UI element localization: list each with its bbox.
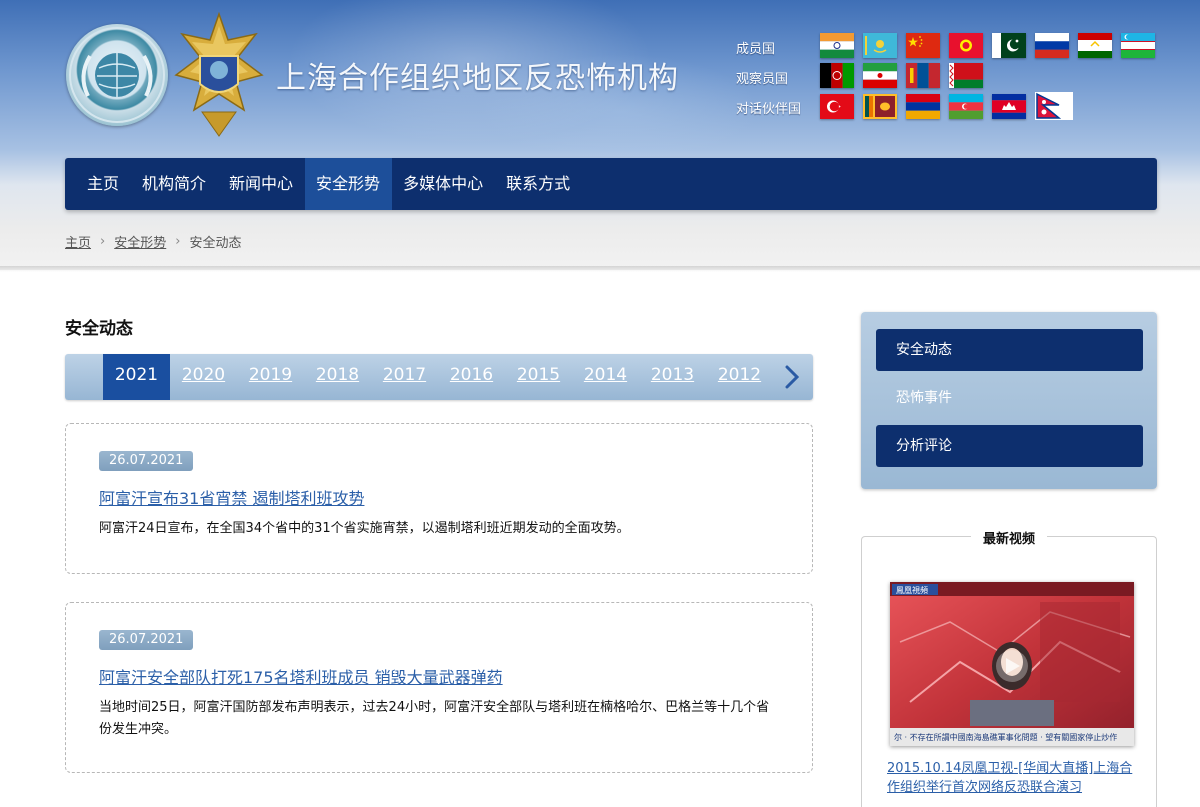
azerbaijan-flag[interactable] [949, 94, 983, 119]
sri-lanka-flag[interactable] [863, 94, 897, 119]
sidebar-item-analysis[interactable]: 分析评论 [876, 425, 1143, 467]
india-flag[interactable] [820, 33, 854, 58]
member-states-label: 成员国 [736, 42, 776, 57]
main-navigation: 主页 机构简介 新闻中心 安全形势 多媒体中心 联系方式 [65, 158, 1157, 210]
site-title: 上海合作组织地区反恐怖机构 [276, 61, 679, 96]
year-tab-2021[interactable]: 2021 [103, 354, 170, 400]
breadcrumb-separator: › [175, 234, 181, 249]
year-tab-2016[interactable]: 2016 [438, 354, 505, 400]
breadcrumb-home-link[interactable]: 主页 [65, 232, 91, 251]
sidebar-item-security-dynamics[interactable]: 安全动态 [876, 329, 1143, 371]
breadcrumb-section-link[interactable]: 安全形势 [114, 232, 166, 251]
iran-flag[interactable] [863, 63, 897, 88]
dialogue-partners-label: 对话伙伴国 [736, 102, 802, 117]
sidebar-menu: 安全动态 恐怖事件 分析评论 [861, 312, 1157, 489]
afghanistan-flag[interactable] [820, 63, 854, 88]
sco-emblem-logo[interactable] [66, 24, 168, 126]
latest-video-panel: 最新视频 鳳凰視頻 尔 · 不存在所謂中國南海島礁軍事化問題 · 望有關國家停止… [861, 532, 1157, 807]
kazakhstan-flag[interactable] [863, 33, 897, 58]
breadcrumb: 主页 › 安全形势 › 安全动态 [65, 232, 241, 251]
video-heading-text: 最新视频 [970, 532, 1047, 547]
nav-item-contacts[interactable]: 联系方式 [495, 158, 582, 210]
cambodia-flag[interactable] [992, 94, 1026, 119]
observer-states-label: 观察员国 [736, 72, 789, 87]
sidebar-item-terrorist-incidents[interactable]: 恐怖事件 [876, 377, 1143, 419]
video-ticker-text: 尔 · 不存在所謂中國南海島礁軍事化問題 · 望有關國家停止炒作 [894, 732, 1117, 742]
kyrgyzstan-flag[interactable] [949, 33, 983, 58]
video-thumbnail[interactable]: 鳳凰視頻 尔 · 不存在所謂中國南海島礁軍事化問題 · 望有關國家停止炒作 [890, 582, 1134, 746]
nepal-flag[interactable] [1035, 92, 1073, 120]
year-tab-2019[interactable]: 2019 [237, 354, 304, 400]
rats-badge-logo[interactable] [174, 12, 264, 138]
year-tabs: 2021 2020 2019 2018 2017 2016 2015 2014 … [103, 354, 773, 400]
year-tab-2013[interactable]: 2013 [639, 354, 706, 400]
news-summary: 当地时间25日，阿富汗国防部发布声明表示，过去24小时，阿富汗安全部队与塔利班在… [99, 700, 770, 737]
breadcrumb-current: 安全动态 [189, 236, 242, 251]
tajikistan-flag[interactable] [1078, 33, 1112, 58]
china-flag[interactable] [906, 33, 940, 58]
nav-item-security-situation[interactable]: 安全形势 [304, 158, 392, 210]
video-heading: 最新视频 [862, 528, 1156, 547]
uzbekistan-flag[interactable] [1121, 33, 1155, 58]
news-date-badge: 26.07.2021 [99, 451, 194, 471]
belarus-flag[interactable] [949, 63, 983, 88]
year-tab-2014[interactable]: 2014 [572, 354, 639, 400]
nav-item-news-center[interactable]: 新闻中心 [218, 158, 305, 210]
year-tab-2020[interactable]: 2020 [170, 354, 237, 400]
pakistan-flag[interactable] [992, 33, 1026, 58]
news-title-link[interactable]: 阿富汗安全部队打死175名塔利班成员 销毁大量武器弹药 [99, 664, 503, 688]
nav-item-home[interactable]: 主页 [65, 158, 131, 210]
year-tab-2015[interactable]: 2015 [505, 354, 572, 400]
nav-item-multimedia[interactable]: 多媒体中心 [392, 158, 495, 210]
news-title-link[interactable]: 阿富汗宣布31省宵禁 遏制塔利班攻势 [99, 485, 364, 509]
turkey-flag[interactable] [820, 94, 854, 119]
breadcrumb-separator: › [100, 234, 106, 249]
news-card: 26.07.2021 阿富汗宣布31省宵禁 遏制塔利班攻势 阿富汗24日宣布，在… [65, 423, 813, 574]
nav-item-about[interactable]: 机构简介 [131, 158, 218, 210]
mongolia-flag[interactable] [906, 63, 940, 88]
page-title: 安全动态 [65, 319, 133, 339]
video-channel-badge: 鳳凰視頻 [896, 585, 928, 595]
year-tab-2018[interactable]: 2018 [304, 354, 371, 400]
chevron-right-icon[interactable] [785, 365, 799, 389]
news-card: 26.07.2021 阿富汗安全部队打死175名塔利班成员 销毁大量武器弹药 当… [65, 602, 813, 773]
video-caption-link[interactable]: 2015.10.14凤凰卫视-[华闻大直播]上海合作组织举行首次网络反恐联合演习 [887, 759, 1137, 797]
site-header: 上海合作组织地区反恐怖机构 成员国 观察员国 对话伙伴国 主页 机构简介 新闻中… [0, 0, 1200, 270]
year-tab-bar: 2021 2020 2019 2018 2017 2016 2015 2014 … [65, 354, 813, 400]
year-tab-2012[interactable]: 2012 [706, 354, 773, 400]
news-summary: 阿富汗24日宣布，在全国34个省中的31个省实施宵禁，以遏制塔利班近期发动的全面… [99, 521, 630, 536]
header-shadow [0, 266, 1200, 272]
russia-flag[interactable] [1035, 33, 1069, 58]
armenia-flag[interactable] [906, 94, 940, 119]
news-date-badge: 26.07.2021 [99, 630, 194, 650]
year-tab-2017[interactable]: 2017 [371, 354, 438, 400]
